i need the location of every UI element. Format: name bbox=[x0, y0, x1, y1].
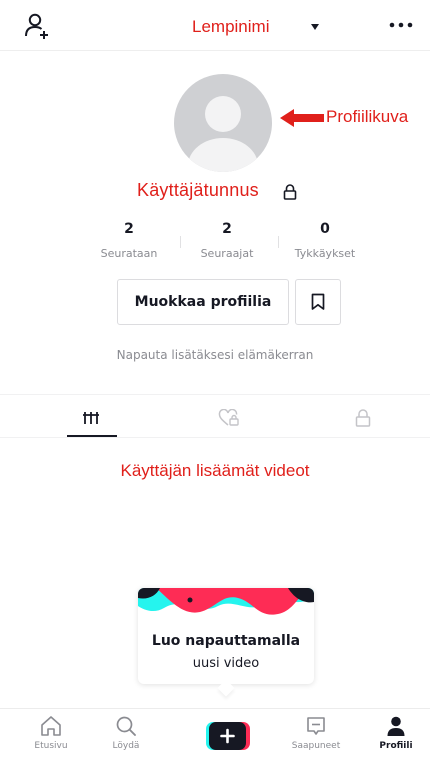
decorative-art bbox=[138, 588, 314, 624]
grid-icon bbox=[83, 412, 99, 424]
heart-lock-icon bbox=[218, 409, 239, 426]
add-bio-link[interactable]: Napauta lisätäksesi elämäkerran bbox=[0, 348, 430, 362]
profile-picture-annotation: Profiilikuva bbox=[326, 107, 409, 126]
bookmarks-button[interactable] bbox=[295, 279, 341, 325]
nav-label: Profiili bbox=[379, 741, 413, 751]
likes-count: 0 bbox=[320, 221, 330, 237]
more-options-icon[interactable] bbox=[389, 20, 413, 30]
stat-divider bbox=[278, 236, 279, 248]
tooltip-pointer bbox=[217, 679, 235, 697]
user-videos-annotation: Käyttäjän lisäämät videot bbox=[120, 461, 310, 480]
header-divider bbox=[0, 50, 430, 51]
home-icon bbox=[41, 716, 61, 736]
lock-icon bbox=[283, 184, 297, 200]
tabs-divider bbox=[0, 394, 430, 395]
following-count[interactable]: 2 bbox=[84, 221, 174, 237]
search-icon bbox=[116, 716, 136, 736]
tab-liked[interactable] bbox=[202, 398, 256, 438]
create-button[interactable] bbox=[206, 722, 250, 750]
annotation-arrow-icon bbox=[280, 109, 324, 127]
nav-inbox[interactable]: Saapuneet bbox=[281, 714, 351, 758]
username-annotation: Käyttäjätunnus bbox=[137, 180, 259, 200]
nav-divider bbox=[0, 708, 430, 709]
bookmark-icon bbox=[311, 293, 325, 310]
add-user-icon[interactable] bbox=[24, 12, 52, 40]
inbox-icon bbox=[307, 717, 325, 735]
create-video-title: Luo napauttamalla bbox=[151, 633, 301, 649]
followers-label[interactable]: Seuraajat bbox=[182, 247, 272, 260]
lock-icon bbox=[355, 409, 371, 427]
tab-private[interactable] bbox=[336, 398, 390, 438]
edit-profile-button[interactable]: Muokkaa profiilia bbox=[117, 279, 289, 325]
followers-count[interactable]: 2 bbox=[182, 221, 272, 237]
nav-label: Etusivu bbox=[34, 741, 68, 751]
chevron-down-icon[interactable] bbox=[311, 24, 319, 30]
create-video-subtitle: uusi video bbox=[192, 656, 260, 671]
profile-icon bbox=[387, 716, 405, 736]
nav-discover[interactable]: Löydä bbox=[91, 714, 161, 758]
likes-label: Tykkäykset bbox=[294, 247, 356, 260]
following-label[interactable]: Seurataan bbox=[84, 247, 174, 260]
avatar[interactable] bbox=[174, 74, 272, 172]
tab-videos[interactable] bbox=[64, 398, 118, 438]
nav-home[interactable]: Etusivu bbox=[16, 714, 86, 758]
nav-label: Saapuneet bbox=[291, 741, 341, 751]
create-video-card[interactable]: Luo napauttamalla uusi video bbox=[138, 588, 314, 697]
tabs-divider bbox=[0, 437, 430, 438]
nav-profile[interactable]: Profiili bbox=[361, 714, 430, 758]
nickname-dropdown[interactable]: Lempinimi bbox=[192, 17, 269, 37]
nav-label: Löydä bbox=[112, 741, 140, 751]
stat-divider bbox=[180, 236, 181, 248]
